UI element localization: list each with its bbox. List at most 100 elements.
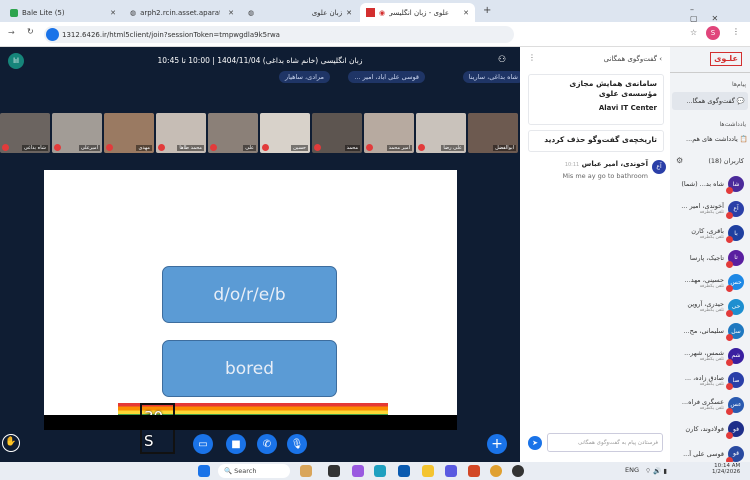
globe-icon: ◍ bbox=[248, 8, 255, 17]
store-icon[interactable] bbox=[398, 465, 410, 477]
user-list-item[interactable]: حس حسینی، مهد... تلفن یکطرفه bbox=[670, 270, 744, 294]
video-tile[interactable]: ابوالفضل bbox=[468, 113, 518, 153]
user-list-item[interactable]: تا تاجیک، پارسا bbox=[670, 246, 744, 270]
divider bbox=[670, 72, 750, 73]
user-list-item[interactable]: آع آخوندی، امیر ... تلفن یکطرفه bbox=[670, 197, 744, 221]
user-list-item[interactable]: عس عسگری فراه... تلفن یکطرفه bbox=[670, 393, 744, 417]
user-list-item[interactable]: فو فولادوند، کارن bbox=[670, 417, 744, 441]
close-icon[interactable]: ✕ bbox=[463, 9, 469, 17]
user-list-item[interactable]: شا شاه بد... (شما) bbox=[670, 172, 744, 196]
phone-button[interactable]: ✆ bbox=[257, 434, 277, 454]
video-tile[interactable]: محمد طاها bbox=[156, 113, 206, 153]
video-tile[interactable]: شاه بداغی bbox=[0, 113, 50, 153]
chat-options-icon[interactable]: ⋮ bbox=[528, 53, 536, 62]
user-name: قوسی علی آ... bbox=[683, 449, 724, 458]
microphone-button[interactable]: 🎙 bbox=[287, 434, 307, 454]
send-button[interactable]: ➤ bbox=[528, 436, 542, 450]
app-icon[interactable] bbox=[445, 465, 457, 477]
close-icon[interactable]: ✕ bbox=[346, 9, 352, 17]
language-indicator[interactable]: ENG bbox=[625, 466, 639, 474]
user-name: سلیمانی، مح... bbox=[683, 327, 724, 335]
avatar: شا bbox=[726, 176, 744, 194]
gear-icon[interactable]: ⚙ bbox=[676, 156, 683, 165]
public-chat-item[interactable]: 💬 گفت‌وگوی همگا... bbox=[672, 92, 748, 110]
video-tile[interactable]: مهدی bbox=[104, 113, 154, 153]
window-controls[interactable]: –▢✕ bbox=[690, 5, 750, 23]
close-icon[interactable]: ✕ bbox=[110, 9, 116, 17]
windows-start-icon[interactable] bbox=[198, 465, 210, 477]
site-info-icon[interactable] bbox=[46, 28, 59, 41]
avatar: عس bbox=[726, 396, 744, 415]
message-text: Mis me ay go to bathroom bbox=[562, 172, 648, 180]
tab-bale[interactable]: Bale Lite (5) ✕ bbox=[4, 3, 122, 22]
taskbar: 🔍 Search ENG ⌔ 🔊 ▮ 10:14 AM 1/24/2026 bbox=[0, 462, 750, 480]
user-name: حسینی، مهد... bbox=[684, 275, 724, 284]
chat-panel: › گفت‌وگوی همگانی ⋮ سامانه‌ی همایش مجازی… bbox=[520, 47, 670, 462]
participant-name: شاه بداغی bbox=[21, 145, 48, 151]
users-label: کاربران (18) bbox=[708, 157, 744, 165]
muted-mic-icon bbox=[418, 144, 425, 151]
powerpoint-icon[interactable] bbox=[468, 465, 480, 477]
chrome-icon[interactable] bbox=[490, 465, 502, 477]
copilot-icon[interactable] bbox=[352, 465, 364, 477]
avatar: حس bbox=[726, 274, 744, 292]
clock[interactable]: 10:14 AM 1/24/2026 bbox=[712, 463, 740, 475]
edge-icon[interactable] bbox=[374, 465, 386, 477]
participant-name: امیر محمد bbox=[386, 145, 412, 151]
user-list-item[interactable]: با باقری، کارن تلفن یکطرفه bbox=[670, 221, 744, 245]
user-list-item[interactable]: صا صادق زاده، ... تلفن یکطرفه bbox=[670, 368, 744, 392]
user-list-item[interactable]: شم شمس، شهر... تلفن یکطرفه bbox=[670, 344, 744, 368]
chat-input[interactable]: فرستادن پیام به گفت‌وگوی همگانی bbox=[547, 433, 663, 452]
bale-icon bbox=[10, 8, 18, 17]
browser-tab-bar: Bale Lite (5)✕ ◍arph2.rcin.asset.aparat.… bbox=[0, 0, 750, 23]
close-icon[interactable]: ✕ bbox=[228, 9, 234, 17]
avatar: فو bbox=[726, 421, 744, 439]
user-list-item[interactable]: حی حیدری، آروین تلفن یکطرفه bbox=[670, 295, 744, 319]
video-tile[interactable]: امیرعلی bbox=[52, 113, 102, 153]
tab-aparat[interactable]: ◍arph2.rcin.asset.aparat.com/a✕ bbox=[124, 3, 240, 22]
video-tile[interactable]: علی bbox=[208, 113, 258, 153]
raise-hand-button[interactable]: ✋ bbox=[2, 434, 20, 452]
presentation-slide: d/o/r/e/b bored 30S bbox=[44, 170, 457, 454]
actions-plus-button[interactable]: + bbox=[487, 434, 507, 454]
user-icon[interactable]: ⚇ bbox=[498, 55, 506, 65]
tab-meeting[interactable]: ◉علوی - زبان انگلیسی (خانم شا✕ bbox=[360, 3, 475, 22]
camera-button[interactable]: ■ bbox=[226, 434, 246, 454]
chat-header[interactable]: › گفت‌وگوی همگانی bbox=[604, 55, 662, 63]
file-explorer-icon[interactable] bbox=[422, 465, 434, 477]
avatar: آع bbox=[652, 160, 666, 174]
menu-icon[interactable]: ⋮ bbox=[732, 27, 740, 36]
shared-notes-item[interactable]: 📋 یادداشت های هم... bbox=[686, 135, 748, 143]
participant-name: امیرعلی bbox=[78, 145, 100, 151]
tab-alavi[interactable]: زبان علوی ✕ bbox=[300, 3, 358, 22]
taskbar-search[interactable]: 🔍 Search bbox=[218, 464, 290, 478]
media-player-icon[interactable] bbox=[512, 465, 524, 477]
globe-icon: ◍ bbox=[130, 8, 137, 17]
avatar: قو bbox=[726, 445, 744, 464]
forward-icon[interactable]: → bbox=[8, 28, 15, 37]
talker-chip: مرادی، ساهیار bbox=[279, 71, 330, 83]
participant-name: علی رضا bbox=[441, 145, 464, 151]
widgets-icon[interactable] bbox=[300, 465, 312, 477]
user-name: آخوندی، امیر ... bbox=[681, 202, 724, 210]
user-list-item[interactable]: سل سلیمانی، مح... bbox=[670, 319, 744, 343]
new-tab-button[interactable]: + bbox=[483, 5, 491, 16]
video-tile[interactable]: حسین bbox=[260, 113, 310, 153]
reload-icon[interactable]: ↻ bbox=[27, 27, 34, 36]
video-tile[interactable]: محمد bbox=[312, 113, 362, 153]
user-status: تلفن یکطرفه bbox=[699, 234, 724, 240]
status-icon bbox=[726, 211, 733, 219]
screen-share-button[interactable]: ▭ bbox=[193, 434, 213, 454]
status-icon bbox=[726, 334, 733, 341]
system-tray-icons[interactable]: ⌔ 🔊 ▮ bbox=[645, 466, 667, 475]
alavi-logo: علـوی bbox=[710, 52, 742, 66]
profile-avatar[interactable]: S bbox=[706, 26, 720, 40]
taskview-icon[interactable] bbox=[328, 465, 340, 477]
video-tile[interactable]: امیر محمد bbox=[364, 113, 414, 153]
status-icon bbox=[726, 260, 733, 268]
chat-cleared-notice: تاریخچه‌ی گفت‌وگو حذف کردید bbox=[528, 130, 664, 152]
star-icon[interactable]: ☆ bbox=[690, 28, 697, 37]
video-tile[interactable]: علی رضا bbox=[416, 113, 466, 153]
chat-icon: 💬 bbox=[736, 97, 745, 105]
url-input[interactable]: 1312.6426.ir/html5client/join?sessionTok… bbox=[44, 26, 514, 43]
